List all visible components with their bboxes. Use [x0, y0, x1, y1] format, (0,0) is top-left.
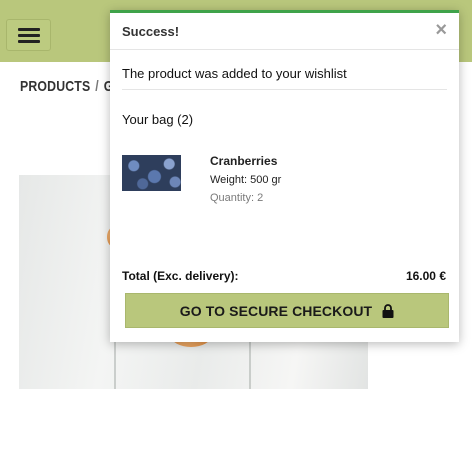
- cart-item-name[interactable]: Cranberries: [210, 154, 277, 168]
- modal-header: Success! ×: [110, 13, 459, 50]
- menu-button[interactable]: [6, 19, 51, 51]
- cart-success-modal: Success! × The product was added to your…: [110, 10, 459, 342]
- breadcrumb-products-link[interactable]: PRODUCTS: [20, 78, 90, 95]
- total-value: 16.00 €: [405, 269, 446, 283]
- breadcrumb: PRODUCTS / G: [20, 78, 114, 95]
- divider: [122, 89, 447, 90]
- bag-title: Your bag (2): [122, 112, 194, 127]
- lock-icon: [382, 303, 394, 318]
- total-label: Total (Exc. delivery):: [122, 269, 239, 283]
- checkout-button-label: GO TO SECURE CHECKOUT: [179, 302, 373, 319]
- modal-title: Success!: [122, 24, 180, 39]
- cart-item-thumbnail: [122, 155, 181, 191]
- checkout-button[interactable]: GO TO SECURE CHECKOUT: [125, 293, 449, 328]
- cart-item-quantity: Quantity: 2: [210, 192, 264, 204]
- close-icon[interactable]: ×: [435, 18, 447, 42]
- breadcrumb-separator: /: [95, 78, 99, 95]
- cart-item-weight: Weight: 500 gr: [210, 174, 282, 186]
- wishlist-notice: The product was added to your wishlist: [122, 66, 347, 81]
- page: PRODUCTS / G Success! × The product was ad…: [0, 0, 472, 451]
